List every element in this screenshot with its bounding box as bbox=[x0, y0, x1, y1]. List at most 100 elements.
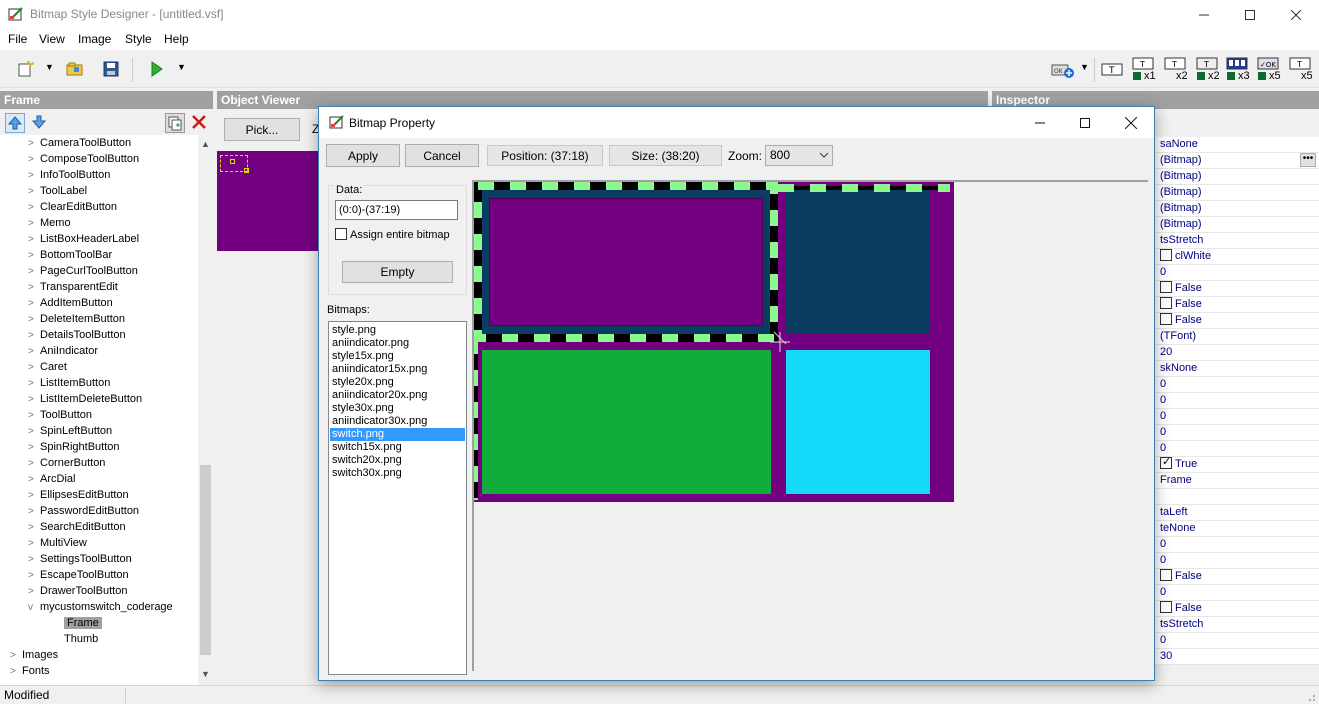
tree-item[interactable]: > Caret bbox=[28, 359, 67, 375]
chevron-right-icon[interactable]: > bbox=[28, 584, 40, 600]
inspector-value-row[interactable]: (Bitmap) bbox=[1155, 201, 1319, 217]
chevron-right-icon[interactable]: > bbox=[28, 248, 40, 264]
toolbar-x3-button[interactable]: x3 bbox=[1224, 56, 1250, 84]
checkbox[interactable] bbox=[1160, 601, 1172, 613]
tree-item[interactable]: > Memo bbox=[28, 215, 71, 231]
run-button[interactable] bbox=[145, 58, 167, 80]
chevron-right-icon[interactable]: > bbox=[28, 568, 40, 584]
inspector-value-row[interactable]: (Bitmap) bbox=[1155, 185, 1319, 201]
label-x1-button[interactable]: T x1 bbox=[1130, 56, 1156, 84]
selection-handle[interactable] bbox=[230, 159, 235, 164]
tree-item[interactable]: > CameraToolButton bbox=[28, 135, 131, 151]
new-dropdown-arrow[interactable]: ▼ bbox=[45, 62, 54, 72]
tree-item[interactable]: Frame bbox=[60, 615, 102, 631]
inspector-value-row[interactable]: False bbox=[1155, 313, 1319, 329]
apply-button[interactable]: Apply bbox=[326, 144, 400, 167]
inspector-value-row[interactable]: 0 bbox=[1155, 409, 1319, 425]
chevron-right-icon[interactable]: > bbox=[28, 280, 40, 296]
tree-item[interactable]: Thumb bbox=[60, 631, 98, 647]
tree-item[interactable]: > CornerButton bbox=[28, 455, 105, 471]
tree-item[interactable]: > DeleteItemButton bbox=[28, 311, 125, 327]
close-button[interactable] bbox=[1273, 0, 1319, 30]
inspector-value-row[interactable]: tsStretch bbox=[1155, 617, 1319, 633]
tree-item[interactable]: > PasswordEditButton bbox=[28, 503, 139, 519]
label-tool-button[interactable]: T bbox=[1100, 58, 1124, 80]
checkbox-box[interactable] bbox=[335, 228, 347, 240]
tree-item[interactable]: > AddItemButton bbox=[28, 295, 113, 311]
inspector-value-row[interactable]: 0 bbox=[1155, 265, 1319, 281]
tree-item[interactable]: > ListItemDeleteButton bbox=[28, 391, 142, 407]
chevron-right-icon[interactable]: > bbox=[28, 376, 40, 392]
inspector-value-row[interactable]: teNone bbox=[1155, 521, 1319, 537]
bitmap-canvas[interactable] bbox=[472, 180, 1148, 671]
bitmap-list-item[interactable]: switch15x.png bbox=[330, 441, 465, 454]
bitmap-list-item[interactable]: aniindicator15x.png bbox=[330, 363, 465, 376]
cancel-button[interactable]: Cancel bbox=[405, 144, 479, 167]
chevron-right-icon[interactable]: > bbox=[28, 392, 40, 408]
add-object-button[interactable]: OK bbox=[1048, 58, 1078, 80]
tree-item[interactable]: > ToolButton bbox=[28, 407, 92, 423]
tree-item[interactable]: > DetailsToolButton bbox=[28, 327, 126, 343]
tree-item[interactable]: > BottomToolBar bbox=[28, 247, 112, 263]
chevron-right-icon[interactable]: > bbox=[28, 232, 40, 248]
chevron-right-icon[interactable]: > bbox=[28, 424, 40, 440]
resize-grip-icon[interactable] bbox=[1304, 690, 1316, 702]
tree-scrollbar[interactable]: ▲ ▼ bbox=[198, 135, 213, 685]
checkbox[interactable] bbox=[1160, 297, 1172, 309]
checkbox[interactable] bbox=[1160, 313, 1172, 325]
chevron-right-icon[interactable]: > bbox=[10, 648, 22, 664]
tree-item[interactable]: > Images bbox=[10, 647, 58, 663]
chevron-right-icon[interactable]: > bbox=[28, 344, 40, 360]
bitmap-list-item[interactable]: switch.png bbox=[330, 428, 465, 441]
inspector-value-row[interactable]: False bbox=[1155, 297, 1319, 313]
inspector-value-row[interactable] bbox=[1155, 489, 1319, 505]
pick-button[interactable]: Pick... bbox=[224, 118, 300, 141]
bitmap-list-item[interactable]: switch20x.png bbox=[330, 454, 465, 467]
data-input[interactable]: (0:0)-(37:19) bbox=[335, 200, 458, 220]
chevron-right-icon[interactable]: > bbox=[28, 440, 40, 456]
chevron-right-icon[interactable]: > bbox=[28, 536, 40, 552]
inspector-value-row[interactable]: taLeft bbox=[1155, 505, 1319, 521]
save-button[interactable] bbox=[100, 58, 122, 80]
new-button[interactable] bbox=[14, 58, 36, 80]
bitmap-list-item[interactable]: aniindicator.png bbox=[330, 337, 465, 350]
inspector-value-row[interactable]: False bbox=[1155, 569, 1319, 585]
inspector-value-row[interactable]: False bbox=[1155, 281, 1319, 297]
inspector-value-row[interactable]: Frame bbox=[1155, 473, 1319, 489]
duplicate-button[interactable] bbox=[165, 113, 185, 133]
add-object-dropdown-arrow[interactable]: ▼ bbox=[1080, 62, 1089, 72]
inspector-value-row[interactable]: 0 bbox=[1155, 585, 1319, 601]
inspector-value-row[interactable]: 0 bbox=[1155, 377, 1319, 393]
inspector-value-row[interactable]: saNone bbox=[1155, 137, 1319, 153]
label-x2-button[interactable]: T x2 bbox=[1162, 56, 1188, 84]
chevron-right-icon[interactable]: > bbox=[28, 488, 40, 504]
chevron-right-icon[interactable]: > bbox=[28, 504, 40, 520]
tree-item[interactable]: > AniIndicator bbox=[28, 343, 98, 359]
tree-item[interactable]: > ArcDial bbox=[28, 471, 75, 487]
tree-item[interactable]: > ToolLabel bbox=[28, 183, 87, 199]
maximize-button[interactable] bbox=[1227, 0, 1273, 30]
inspector-value-row[interactable]: 20 bbox=[1155, 345, 1319, 361]
bitmaps-list[interactable]: style.png aniindicator.png style15x.png ani… bbox=[328, 321, 467, 675]
bitmap-list-item[interactable]: aniindicator20x.png bbox=[330, 389, 465, 402]
inspector-value-row[interactable]: True bbox=[1155, 455, 1319, 473]
label-x5-button[interactable]: T x5 bbox=[1287, 56, 1313, 84]
tree-item[interactable]: > SpinLeftButton bbox=[28, 423, 112, 439]
bitmap-list-item[interactable]: style20x.png bbox=[330, 376, 465, 389]
inspector-value-row[interactable]: 30 bbox=[1155, 649, 1319, 665]
inspector-value-row[interactable]: (TFont) bbox=[1155, 329, 1319, 345]
tree-item[interactable]: > EllipsesEditButton bbox=[28, 487, 129, 503]
tree-item[interactable]: > SpinRightButton bbox=[28, 439, 120, 455]
inspector-value-row[interactable]: 0 bbox=[1155, 393, 1319, 409]
selection-handle[interactable] bbox=[244, 168, 249, 173]
tree-scroll-thumb[interactable] bbox=[200, 465, 211, 655]
move-down-button[interactable] bbox=[30, 113, 50, 133]
bitmap-list-item[interactable]: switch30x.png bbox=[330, 467, 465, 480]
ellipsis-button[interactable]: ••• bbox=[1300, 153, 1316, 167]
inspector-value-row[interactable]: (Bitmap) bbox=[1155, 169, 1319, 185]
inspector-value-row[interactable]: (Bitmap) bbox=[1155, 217, 1319, 233]
chevron-right-icon[interactable]: > bbox=[28, 200, 40, 216]
checkbox[interactable] bbox=[1160, 455, 1172, 470]
chevron-right-icon[interactable]: > bbox=[28, 136, 40, 152]
delete-button[interactable] bbox=[190, 113, 210, 133]
